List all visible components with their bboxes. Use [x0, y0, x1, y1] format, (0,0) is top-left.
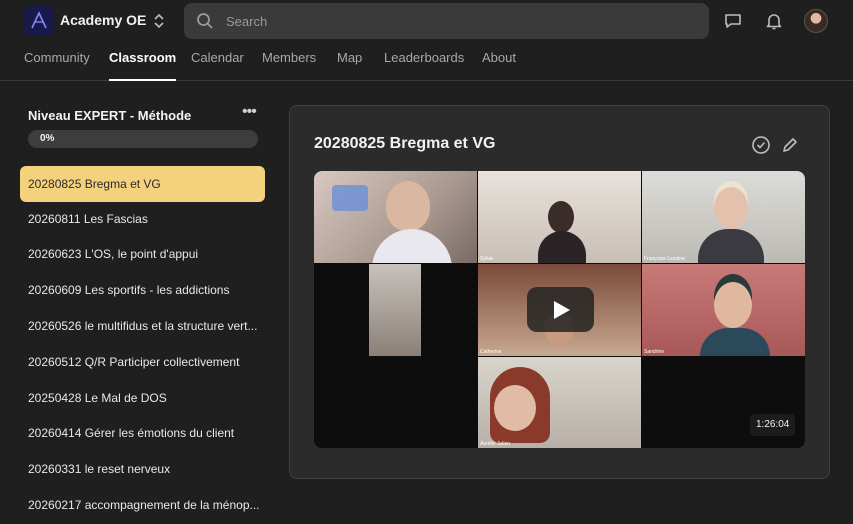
bell-icon[interactable]	[764, 11, 784, 31]
video-tile-participant-1	[314, 171, 477, 263]
participant-name: Sylvie	[480, 256, 494, 262]
video-player[interactable]: Sylvie Françoise Lesoine Catherine Sandr…	[314, 171, 805, 448]
app-name[interactable]: Academy OE	[60, 12, 146, 28]
participant-name: Françoise Lesoine	[644, 256, 685, 262]
lesson-item[interactable]: 20260217 accompagnement de la ménop...	[20, 487, 265, 523]
lesson-item[interactable]: 20260526 le multifidus et la structure v…	[20, 308, 265, 344]
user-avatar[interactable]	[804, 9, 828, 33]
tab-about[interactable]: About	[482, 50, 516, 81]
mark-complete-check-icon[interactable]	[751, 135, 771, 155]
tab-map[interactable]: Map	[337, 50, 362, 81]
more-options-icon[interactable]: •••	[242, 104, 258, 122]
progress-label: 0%	[40, 133, 55, 144]
course-progress-bar: 0%	[28, 130, 258, 148]
video-tile-participant-7: Aurélie Julien	[478, 357, 641, 448]
video-tile-participant-2: Sylvie	[478, 171, 641, 263]
participant-name: Aurélie Julien	[480, 441, 511, 447]
edit-pencil-icon[interactable]	[780, 135, 800, 155]
tab-leaderboards[interactable]: Leaderboards	[384, 50, 464, 81]
search-input[interactable]	[226, 3, 696, 39]
tab-members[interactable]: Members	[262, 50, 316, 81]
course-title: Niveau EXPERT - Méthode	[28, 108, 192, 123]
tab-calendar[interactable]: Calendar	[191, 50, 244, 81]
play-icon	[554, 301, 570, 319]
participant-name: Catherine	[480, 349, 502, 355]
lesson-item[interactable]: 20260414 Gérer les émotions du client	[20, 415, 265, 451]
search-bar[interactable]	[184, 3, 709, 39]
lesson-item[interactable]: 20260609 Les sportifs - les addictions	[20, 272, 265, 308]
lesson-panel: 20280825 Bregma et VG Sylvie Françoise L…	[289, 105, 830, 479]
lesson-item[interactable]: 20280825 Bregma et VG	[20, 166, 265, 202]
tab-classroom[interactable]: Classroom	[109, 50, 177, 81]
video-tile-participant-4	[314, 264, 477, 356]
video-tile-participant-3: Françoise Lesoine	[642, 171, 805, 263]
main-nav: Community Classroom Calendar Members Map…	[0, 42, 853, 81]
video-tile-participant-6: Sandrine	[642, 264, 805, 356]
lesson-item[interactable]: 20260512 Q/R Participer collectivement	[20, 344, 265, 380]
lesson-item[interactable]: 20260811 Les Fascias	[20, 201, 265, 237]
participant-name: Sandrine	[644, 349, 665, 355]
switcher-chevron-icon[interactable]	[152, 11, 166, 31]
chat-icon[interactable]	[723, 11, 743, 31]
video-duration: 1:26:04	[750, 414, 796, 436]
lesson-item[interactable]: 20250428 Le Mal de DOS	[20, 380, 265, 416]
play-button[interactable]	[527, 287, 594, 332]
academy-logo[interactable]	[24, 6, 54, 36]
lesson-item[interactable]: 20260331 le reset nerveux	[20, 451, 265, 487]
logo-mark-icon	[31, 11, 47, 29]
search-icon	[197, 13, 213, 29]
top-bar: Academy OE	[0, 0, 853, 42]
lesson-item[interactable]: 20260623 L'OS, le point d'appui	[20, 236, 265, 272]
lesson-title: 20280825 Bregma et VG	[314, 135, 496, 152]
tab-community[interactable]: Community	[24, 50, 90, 81]
